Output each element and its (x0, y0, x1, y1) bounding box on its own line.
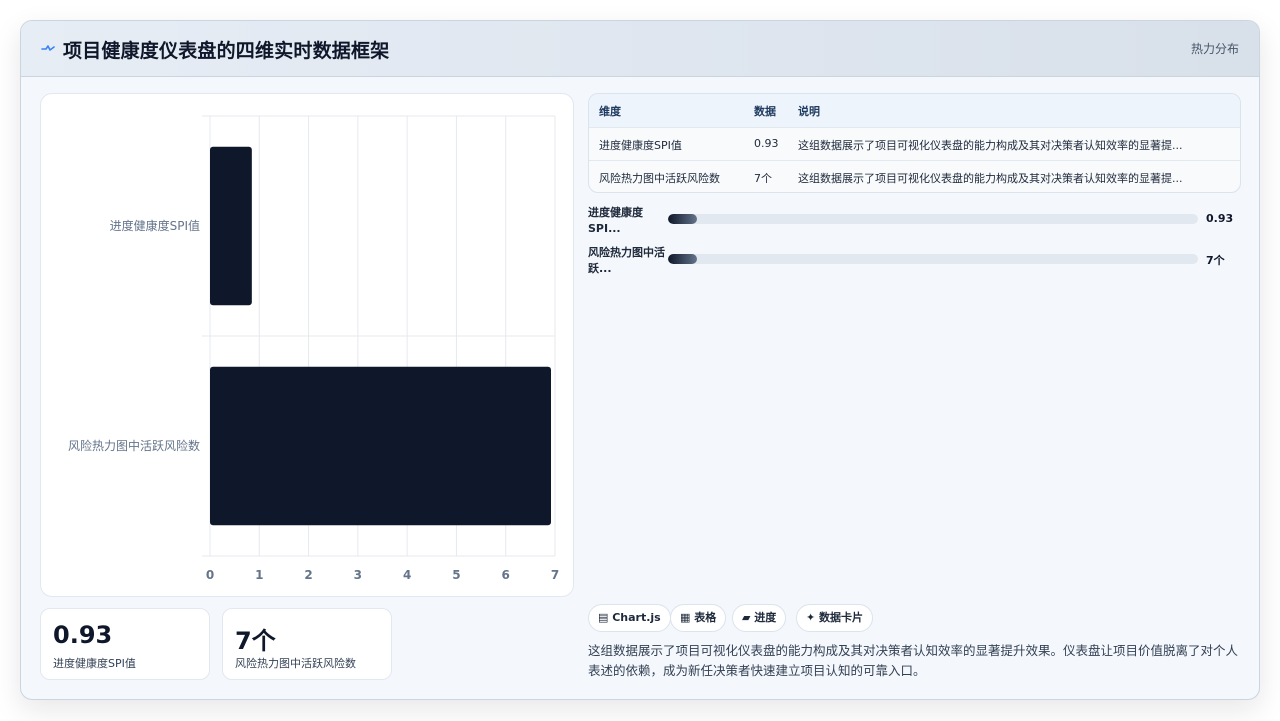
chip-data-card[interactable]: ✦ 数据卡片 (796, 604, 874, 632)
x-tick-label: 2 (304, 568, 312, 582)
x-tick-label: 6 (502, 568, 510, 582)
bar (210, 366, 551, 526)
table-header-row: 维度 数据 说明 (589, 94, 1240, 127)
progress-label: 进度健康度SPI... (588, 206, 643, 235)
x-tick-label: 7 (551, 568, 559, 582)
table-row: 风险热力图中活跃风险数 7个 这组数据展示了项目可视化仪表盘的能力构成及其对决策… (589, 160, 1240, 192)
chip-progress[interactable]: ▰ 进度 (732, 604, 787, 632)
progress-fill (668, 254, 698, 264)
table-cell: 0.93 (754, 137, 779, 150)
stat-card-risks: 7个 风险热力图中活跃风险数 (222, 608, 392, 680)
stat-value: 7个 (235, 627, 276, 655)
stat-value: 0.93 (53, 621, 113, 649)
table-header-cell: 说明 (798, 105, 820, 118)
table-header-cell: 数据 (754, 105, 776, 118)
heatmap-tag[interactable]: 热力分布 (1191, 40, 1239, 57)
progress-track (668, 254, 1198, 264)
category-label: 进度健康度SPI值 (110, 218, 200, 233)
card-header: 项目健康度仪表盘的四维实时数据框架 热力分布 (21, 21, 1259, 77)
progress-value: 0.93 (1206, 212, 1234, 225)
progress-label: 风险热力图中活跃... (588, 246, 665, 275)
progress-row-risks: 风险热力图中活跃... 7个 (588, 245, 1241, 279)
progress-row-spi: 进度健康度SPI... 0.93 (588, 205, 1241, 239)
chip-table[interactable]: ▦ 表格 (670, 604, 727, 632)
pulse-icon (41, 45, 55, 51)
bar-chart-svg: 0 1 2 3 4 5 6 7 进度健康度SPI值风险热力图中活跃风险数 (68, 115, 559, 582)
x-tick-label: 5 (452, 568, 460, 582)
data-table: 维度 数据 说明 进度健康度SPI值 0.93 这组数据展示了项目可视化仪表盘的… (588, 93, 1241, 193)
stat-label: 进度健康度SPI值 (53, 657, 136, 670)
table-cell: 这组数据展示了项目可视化仪表盘的能力构成及其对决策者认知效率的显著提... (798, 139, 1183, 152)
bar-chart: 0 1 2 3 4 5 6 7 进度健康度SPI值风险热力图中活跃风险数 (40, 93, 574, 597)
stat-label: 风险热力图中活跃风险数 (235, 657, 356, 670)
bar (210, 146, 252, 306)
x-tick-label: 4 (403, 568, 411, 582)
page-title: 项目健康度仪表盘的四维实时数据框架 (63, 40, 390, 62)
table-cell: 进度健康度SPI值 (599, 139, 682, 152)
x-tick-label: 3 (354, 568, 362, 582)
table-header-cell: 维度 (599, 105, 621, 118)
progress-value: 7个 (1206, 254, 1225, 267)
progress-fill (668, 214, 698, 224)
category-label: 风险热力图中活跃风险数 (68, 438, 200, 453)
progress-track (668, 214, 1198, 224)
table-cell: 7个 (754, 172, 772, 185)
table-cell: 这组数据展示了项目可视化仪表盘的能力构成及其对决策者认知效率的显著提... (798, 172, 1183, 185)
chip-chartjs[interactable]: ▤ Chart.js (588, 604, 671, 632)
x-tick-label: 0 (206, 568, 214, 582)
stat-card-spi: 0.93 进度健康度SPI值 (40, 608, 210, 680)
description-text: 这组数据展示了项目可视化仪表盘的能力构成及其对决策者认知效率的显著提升效果。仪表… (588, 643, 1239, 678)
dashboard-card: 项目健康度仪表盘的四维实时数据框架 热力分布 0 1 2 3 4 5 6 7 进度健康度SPI值… (20, 20, 1260, 700)
table-cell: 风险热力图中活跃风险数 (599, 172, 720, 185)
table-row: 进度健康度SPI值 0.93 这组数据展示了项目可视化仪表盘的能力构成及其对决策… (589, 127, 1240, 160)
x-tick-label: 1 (255, 568, 263, 582)
